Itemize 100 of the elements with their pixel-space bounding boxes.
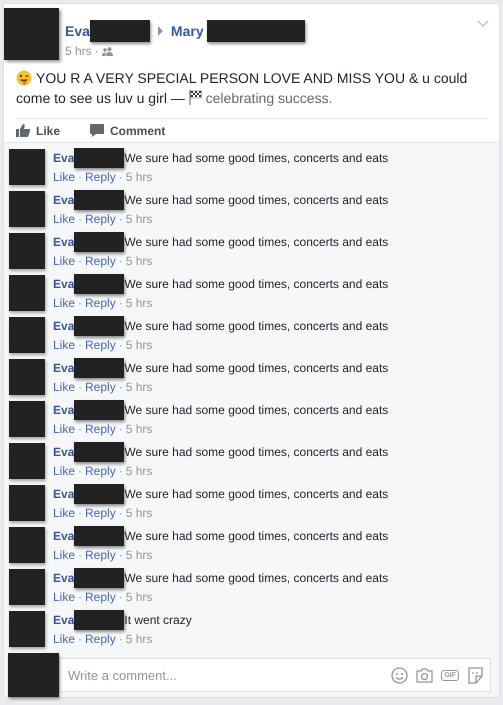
like-link[interactable]: Like (53, 546, 76, 564)
friends-icon (102, 46, 113, 56)
separator: · (78, 253, 82, 270)
comment-time[interactable]: 5 hrs (126, 210, 152, 228)
redaction-bar (74, 148, 124, 168)
comment-text: We sure had some good times, concerts and eats (124, 318, 388, 335)
smiley-icon[interactable] (391, 666, 408, 684)
redaction-bar (74, 610, 124, 630)
separator: · (118, 421, 123, 438)
like-link[interactable]: Like (53, 168, 76, 186)
comment-time[interactable]: 5 hrs (126, 168, 152, 186)
comment-text: We sure had some good times, concerts and eats (124, 192, 388, 209)
like-link[interactable]: Like (53, 630, 76, 648)
post-time[interactable]: 5 hrs (65, 44, 92, 58)
redacted-avatar (9, 443, 45, 479)
comment-author[interactable]: Eva (53, 233, 74, 251)
redaction-bar (74, 568, 124, 588)
redacted-avatar (9, 317, 45, 353)
reply-link[interactable]: Reply (85, 504, 116, 522)
separator: · (78, 505, 82, 522)
separator: · (78, 169, 82, 186)
reply-link[interactable]: Reply (85, 252, 116, 270)
checkered-flag-icon (188, 90, 202, 105)
comment-author[interactable]: Eva (53, 611, 74, 629)
separator: · (94, 44, 99, 58)
camera-icon[interactable] (416, 668, 434, 682)
comment-author[interactable]: Eva (53, 485, 74, 503)
comment-author[interactable]: Eva (53, 569, 74, 587)
redacted-avatar (9, 401, 45, 437)
like-button[interactable]: Like (16, 124, 60, 138)
redacted-avatar (9, 359, 45, 395)
like-link[interactable]: Like (53, 252, 76, 270)
comment-time[interactable]: 5 hrs (126, 588, 152, 606)
like-link[interactable]: Like (53, 420, 76, 438)
comment-time[interactable]: 5 hrs (126, 630, 152, 648)
comment-author[interactable]: Eva (53, 359, 74, 377)
like-link[interactable]: Like (53, 504, 76, 522)
comment-time[interactable]: 5 hrs (126, 378, 152, 396)
separator: · (118, 295, 123, 312)
separator: · (78, 337, 82, 354)
redaction-bar (74, 190, 124, 210)
redacted-avatar (9, 485, 45, 521)
reply-link[interactable]: Reply (85, 378, 116, 396)
author-name[interactable]: Eva (65, 23, 90, 39)
winking-face-icon (16, 70, 32, 86)
comment-author[interactable]: Eva (53, 401, 74, 419)
comment-author[interactable]: Eva (53, 275, 74, 293)
comment-time[interactable]: 5 hrs (126, 462, 152, 480)
target-name[interactable]: Mary (170, 23, 204, 39)
comment-time[interactable]: 5 hrs (126, 504, 152, 522)
comment-time[interactable]: 5 hrs (126, 420, 152, 438)
triangle-icon (158, 26, 163, 36)
sticker-icon[interactable] (467, 666, 484, 684)
comment-text: It went crazy (124, 612, 192, 629)
post-text: YOU R A VERY SPECIAL PERSON LOVE AND MISS YOU & u could come to see us luv u girl — celebrating success. (15, 69, 468, 108)
comment-author[interactable]: Eva (53, 191, 74, 209)
redacted-avatar (9, 191, 45, 227)
comment-time[interactable]: 5 hrs (126, 336, 152, 354)
comment-author[interactable]: Eva (53, 317, 74, 335)
separator: · (78, 211, 82, 228)
like-link[interactable]: Like (53, 462, 76, 480)
separator: · (78, 547, 82, 564)
redaction-bar (74, 526, 124, 546)
reply-link[interactable]: Reply (85, 462, 116, 480)
comment-text: We sure had some good times, concerts and eats (124, 444, 388, 461)
comment-time[interactable]: 5 hrs (126, 546, 152, 564)
reply-link[interactable]: Reply (85, 546, 116, 564)
comment-author[interactable]: Eva (53, 443, 74, 461)
like-link[interactable]: Like (53, 210, 76, 228)
like-link[interactable]: Like (53, 378, 76, 396)
redaction-bar (74, 400, 124, 420)
chevron-down-icon[interactable] (477, 20, 489, 27)
like-link[interactable]: Like (53, 588, 76, 606)
separator: · (78, 463, 82, 480)
separator: · (118, 463, 123, 480)
reply-link[interactable]: Reply (85, 210, 116, 228)
comment-author[interactable]: Eva (53, 149, 74, 167)
comment-time[interactable]: 5 hrs (126, 252, 152, 270)
comment-text: We sure had some good times, concerts and eats (124, 402, 388, 419)
separator: · (78, 295, 82, 312)
redacted-avatar (4, 8, 59, 60)
separator: · (78, 589, 82, 606)
separator: · (118, 169, 123, 186)
reply-link[interactable]: Reply (85, 168, 116, 186)
separator: · (78, 421, 82, 438)
redacted-avatar (9, 569, 45, 605)
separator: · (118, 253, 123, 270)
comment-author[interactable]: Eva (53, 527, 74, 545)
like-link[interactable]: Like (53, 336, 76, 354)
reply-link[interactable]: Reply (85, 588, 116, 606)
comment-button[interactable]: Comment (90, 124, 166, 138)
like-link[interactable]: Like (53, 294, 76, 312)
comment-text: We sure had some good times, concerts and eats (124, 276, 388, 293)
reply-link[interactable]: Reply (85, 336, 116, 354)
separator: · (78, 379, 82, 396)
comment-time[interactable]: 5 hrs (126, 294, 152, 312)
redaction-bar (90, 20, 150, 42)
reply-link[interactable]: Reply (85, 630, 116, 648)
reply-link[interactable]: Reply (85, 294, 116, 312)
reply-link[interactable]: Reply (85, 420, 116, 438)
